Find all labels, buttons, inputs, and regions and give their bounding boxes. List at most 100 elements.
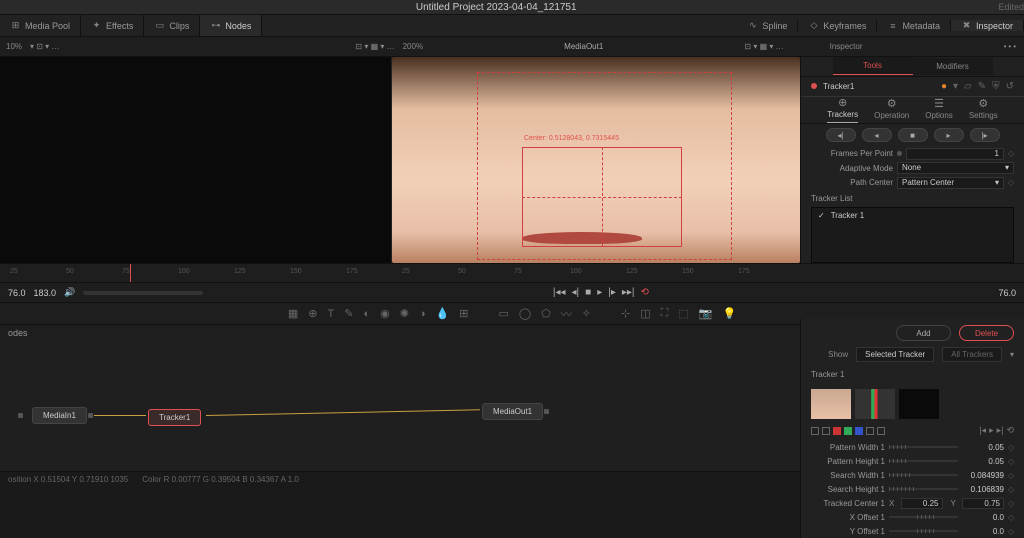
- tracked-center-y[interactable]: 0.75: [962, 498, 1004, 509]
- pattern-width-slider[interactable]: [889, 446, 958, 448]
- go-end-icon[interactable]: ▸▸|: [622, 287, 635, 298]
- node-enable-dot[interactable]: [811, 83, 817, 89]
- keyframe-dot-icon[interactable]: [897, 151, 902, 156]
- node-mediaout[interactable]: MediaOut1: [482, 403, 543, 420]
- playhead[interactable]: [130, 264, 131, 282]
- keyframe-diamond-icon[interactable]: ◇: [1008, 443, 1014, 452]
- inspector-menu-icon[interactable]: •••: [1004, 42, 1018, 51]
- zoom-left[interactable]: 10%: [6, 42, 22, 51]
- tool-poly-icon[interactable]: ⬠: [541, 307, 551, 320]
- tool-blur-icon[interactable]: ◉: [380, 307, 390, 320]
- nav-nodes[interactable]: ⊶Nodes: [200, 15, 262, 36]
- tool-glow-icon[interactable]: ✺: [400, 307, 409, 320]
- add-button[interactable]: Add: [896, 325, 951, 341]
- keyframe-diamond-icon[interactable]: ◇: [1008, 457, 1014, 466]
- tool-color-icon[interactable]: ◑: [419, 308, 426, 320]
- chevron-down-icon[interactable]: ▾: [1010, 350, 1014, 359]
- tool-camera-icon[interactable]: 📷: [699, 307, 713, 320]
- tool-light-icon[interactable]: 💡: [722, 307, 736, 320]
- frames-per-point-input[interactable]: 1: [906, 148, 1004, 160]
- loop-icon[interactable]: ⟲: [1006, 425, 1014, 436]
- search-width-value[interactable]: 0.084939: [962, 471, 1004, 480]
- keyframe-diamond-icon[interactable]: ◇: [1008, 527, 1014, 536]
- tool-3d-icon[interactable]: ⬚: [678, 307, 688, 320]
- search-thumbnail[interactable]: [899, 389, 939, 419]
- y-offset-value[interactable]: 0.0: [962, 527, 1004, 536]
- play-icon[interactable]: ▸: [597, 287, 602, 298]
- view-opts-right-icon[interactable]: ⊡ ▾ ▦ ▾ …: [744, 42, 783, 51]
- track-forward[interactable]: ▸: [934, 128, 964, 142]
- stop-icon[interactable]: ■: [585, 287, 591, 298]
- search-width-slider[interactable]: [889, 474, 958, 476]
- pattern-height-value[interactable]: 0.05: [962, 457, 1004, 466]
- tool-bspline-icon[interactable]: 〰: [561, 306, 572, 322]
- nav-keyframes[interactable]: ◇Keyframes: [798, 20, 877, 31]
- track-stop[interactable]: ■: [898, 128, 928, 142]
- nav-spline[interactable]: ∿Spline: [737, 20, 798, 31]
- step-fwd-icon[interactable]: |▸: [608, 287, 616, 298]
- nav-clips[interactable]: ▭Clips: [144, 15, 200, 36]
- node-versions-icon[interactable]: ▾: [953, 81, 958, 92]
- subtab-trackers[interactable]: ⊕Trackers: [827, 97, 858, 123]
- subtab-operation[interactable]: ⚙Operation: [874, 98, 909, 123]
- node-reset-icon[interactable]: ↺: [1006, 81, 1014, 92]
- go-start-icon[interactable]: |◂◂: [553, 287, 566, 298]
- node-color-icon[interactable]: ●: [941, 81, 947, 92]
- play-end-icon[interactable]: ▸|: [997, 425, 1004, 436]
- tool-ellipse-icon[interactable]: ◯: [519, 307, 531, 320]
- keyframe-diamond-icon[interactable]: ◇: [1008, 485, 1014, 494]
- node-port[interactable]: [544, 409, 549, 414]
- scrub-bar[interactable]: [83, 291, 203, 295]
- show-all[interactable]: All Trackers: [942, 347, 1002, 362]
- tool-mask-icon[interactable]: ◐: [363, 308, 370, 320]
- zoom-mid[interactable]: 200%: [403, 42, 423, 51]
- search-height-slider[interactable]: [889, 488, 958, 490]
- channel-a2-icon[interactable]: [866, 427, 874, 435]
- inspector-node-header[interactable]: Tracker1 ● ▾ ▱ ✎ ⛨ ↺: [801, 77, 1024, 97]
- nav-metadata[interactable]: ≡Metadata: [877, 20, 951, 31]
- tab-tools[interactable]: Tools: [833, 57, 913, 75]
- node-mediain[interactable]: MediaIn1: [32, 407, 87, 424]
- pattern-width-value[interactable]: 0.05: [962, 443, 1004, 452]
- node-port[interactable]: [18, 413, 23, 418]
- tool-xf-icon[interactable]: ⊞: [459, 307, 468, 320]
- node-lock-icon[interactable]: ⛨: [992, 81, 1000, 92]
- channel-l-icon[interactable]: [822, 427, 830, 435]
- track-reverse[interactable]: ◂: [862, 128, 892, 142]
- tracked-center-x[interactable]: 0.25: [901, 498, 943, 509]
- tool-paint-icon[interactable]: ✎: [344, 307, 353, 320]
- channel-extra-icon[interactable]: [877, 427, 885, 435]
- play-fwd-icon[interactable]: ▸: [989, 425, 994, 436]
- y-offset-slider[interactable]: [889, 530, 958, 532]
- subtab-options[interactable]: ☰Options: [925, 98, 953, 123]
- loop-icon[interactable]: ⟲: [640, 287, 648, 298]
- tool-planar-icon[interactable]: ◫: [640, 307, 650, 320]
- audio-icon[interactable]: 🔊: [64, 287, 75, 298]
- tool-tracker-icon[interactable]: ⊹: [621, 307, 630, 320]
- tracker-list-item[interactable]: ✓Tracker 1: [812, 208, 1013, 223]
- tool-drop-icon[interactable]: 💧: [436, 307, 450, 320]
- step-back-icon[interactable]: ◂|: [572, 287, 580, 298]
- search-height-value[interactable]: 0.106839: [962, 485, 1004, 494]
- view-opts-mid-icon[interactable]: ⊡ ▾ ▦ ▾ …: [355, 42, 394, 51]
- channel-a-icon[interactable]: [811, 427, 819, 435]
- match-thumbnail[interactable]: [855, 389, 895, 419]
- path-center-select[interactable]: Pattern Center▾: [897, 177, 1004, 189]
- tab-modifiers[interactable]: Modifiers: [913, 58, 993, 75]
- delete-button[interactable]: Delete: [959, 325, 1014, 341]
- nav-inspector[interactable]: ✖Inspector: [951, 20, 1024, 31]
- channel-g-icon[interactable]: [844, 427, 852, 435]
- timecode-right[interactable]: 76.0: [998, 288, 1016, 298]
- node-port[interactable]: [88, 413, 93, 418]
- nav-media-pool[interactable]: ⊞Media Pool: [0, 15, 81, 36]
- tool-bg-icon[interactable]: ▦: [288, 307, 298, 320]
- x-offset-slider[interactable]: [889, 516, 958, 518]
- tool-text-icon[interactable]: T: [327, 308, 334, 320]
- node-pin-icon[interactable]: ✎: [978, 81, 986, 92]
- tracker-list[interactable]: ✓Tracker 1: [811, 207, 1014, 263]
- tool-merge-icon[interactable]: ⊕: [308, 307, 317, 320]
- track-forward-from-start[interactable]: |▸: [970, 128, 1000, 142]
- time-ruler[interactable]: 255075100125150175255075100125150175: [0, 263, 1024, 283]
- keyframe-diamond-icon[interactable]: ◇: [1008, 513, 1014, 522]
- keyframe-diamond-icon[interactable]: ◇: [1008, 499, 1014, 508]
